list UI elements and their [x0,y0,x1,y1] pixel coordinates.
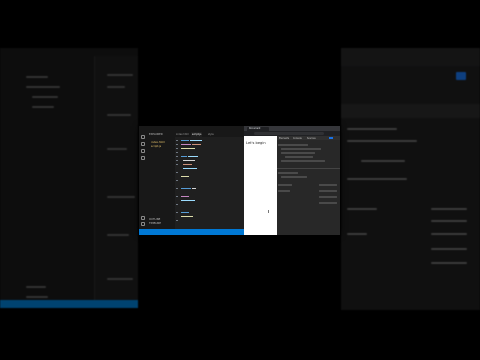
status-bar [139,229,244,235]
bg-line [26,86,60,88]
code-editor[interactable] [175,137,244,229]
styles-line [319,184,337,186]
devtools-tab-sources[interactable]: Sources [307,137,316,140]
pane-divider [277,168,340,169]
explorer-panel: EXPLORER index.html script.js OUTLINE TI… [147,132,176,229]
dom-line[interactable] [281,148,321,150]
bg-toolbar [341,48,480,66]
bg-line [347,208,377,210]
bg-line [107,86,125,88]
background-devtools-blur [341,48,480,310]
bg-line [26,286,46,288]
dom-line[interactable] [281,152,315,154]
code-lines-blurred [176,140,202,221]
bg-line [431,220,467,222]
bg-line [431,262,467,264]
styles-line [319,196,337,198]
bg-line [107,196,135,198]
devtools-panel: Elements Console Sources [277,136,340,235]
bg-line [347,140,417,142]
styles-line [278,190,290,192]
dom-line[interactable] [278,144,308,146]
background-editor-blur [0,48,138,308]
bg-explorer-panel [20,56,95,300]
extensions-icon[interactable] [141,156,145,160]
bg-button [456,72,466,80]
bg-line [107,234,129,236]
bg-line [431,233,467,235]
url-field[interactable] [254,132,324,135]
account-icon[interactable] [141,216,145,220]
web-page-viewport: Let's begin [244,136,277,235]
explorer-title: EXPLORER [149,133,163,136]
dom-line[interactable] [285,156,313,158]
bg-title-bar [0,48,138,56]
styles-line [281,176,307,178]
files-icon[interactable] [141,135,145,139]
bg-code-area [95,56,138,300]
bg-status-bar [0,300,138,308]
source-control-icon[interactable] [141,149,145,153]
bg-line [32,96,58,98]
bg-line [431,208,467,210]
bg-line [26,296,48,298]
explorer-item-script[interactable]: script.js [151,145,161,149]
page-heading: Let's begin [246,141,266,145]
bg-line [361,160,405,162]
bg-line [32,106,54,108]
timeline-section[interactable]: TIMELINE [149,222,161,226]
bg-line [347,178,407,180]
bg-activity-bar [0,56,20,300]
search-icon[interactable] [141,142,145,146]
bg-line [347,128,397,130]
styles-line [278,172,298,174]
gear-icon[interactable] [141,222,145,226]
bg-line [107,278,133,280]
mouse-cursor-icon [268,210,271,213]
styles-line [319,190,337,192]
browser-window: Document Let's begin Elements Console So… [244,126,340,235]
bg-line [26,76,48,78]
bg-tabs [341,104,480,118]
devtools-settings-button[interactable] [329,137,333,139]
bg-line [107,148,127,150]
dom-line[interactable] [281,160,325,162]
activity-bar [139,132,147,229]
devtools-tab-elements[interactable]: Elements [279,137,289,140]
styles-line [278,184,292,186]
styles-line [319,202,337,204]
code-editor-window: EXPLORER index.html script.js OUTLINE TI… [139,126,244,235]
bg-line [431,248,467,250]
app-window: EXPLORER index.html script.js OUTLINE TI… [139,126,340,235]
bg-line [107,114,131,116]
bg-line [107,74,133,76]
bg-line [347,233,367,235]
devtools-tab-console[interactable]: Console [293,137,302,140]
